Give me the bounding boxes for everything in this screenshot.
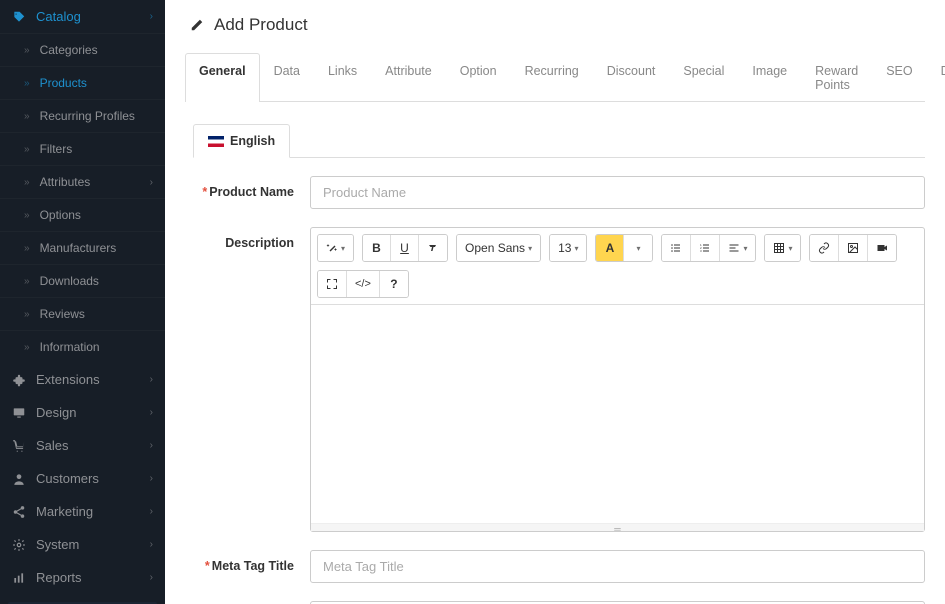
editor-resize-handle[interactable]: ═ <box>311 523 924 531</box>
chevron-right-icon: › <box>150 473 153 484</box>
label-product-name: *Product Name <box>185 176 310 199</box>
nav-system[interactable]: System› <box>0 528 165 561</box>
font-family-select[interactable]: Open Sans▾ <box>457 235 540 261</box>
sidebar: Catalog › »Categories»Products»Recurring… <box>0 0 165 604</box>
list-ol-button[interactable]: 123 <box>691 235 720 261</box>
tab-general[interactable]: General <box>185 53 260 102</box>
field-meta-title: *Meta Tag Title <box>185 550 925 583</box>
tab-seo[interactable]: SEO <box>872 53 926 102</box>
tab-discount[interactable]: Discount <box>593 53 670 102</box>
sidebar-item-downloads[interactable]: »Downloads <box>0 264 165 297</box>
chevron-double-icon: » <box>24 309 30 320</box>
page-title: Add Product <box>214 15 308 35</box>
code-view-button[interactable]: </> <box>347 271 380 297</box>
sidebar-item-products[interactable]: »Products <box>0 66 165 99</box>
chevron-double-icon: » <box>24 342 30 353</box>
link-button[interactable] <box>810 235 839 261</box>
tab-image[interactable]: Image <box>738 53 801 102</box>
nav-customers[interactable]: Customers› <box>0 462 165 495</box>
chevron-right-icon: › <box>150 374 153 385</box>
nav-extensions[interactable]: Extensions› <box>0 363 165 396</box>
label-description: Description <box>185 227 310 250</box>
chevron-double-icon: » <box>24 177 30 188</box>
page-header: Add Product <box>185 0 925 53</box>
chevron-right-icon: › <box>150 572 153 583</box>
tab-reward-points[interactable]: Reward Points <box>801 53 872 102</box>
chevron-double-icon: » <box>24 78 30 89</box>
underline-button[interactable]: U <box>391 235 419 261</box>
chart-icon <box>12 571 28 585</box>
magic-icon[interactable]: ▾ <box>318 235 353 261</box>
desktop-icon <box>12 406 28 420</box>
bold-button[interactable]: B <box>363 235 391 261</box>
label-meta-title: *Meta Tag Title <box>185 550 310 573</box>
chevron-double-icon: » <box>24 111 30 122</box>
svg-text:3: 3 <box>700 249 702 253</box>
flag-uk-icon <box>208 136 224 147</box>
main-content: Add Product GeneralDataLinksAttributeOpt… <box>165 0 945 604</box>
language-tabs: English <box>193 124 925 158</box>
nav-catalog[interactable]: Catalog › <box>0 0 165 33</box>
sidebar-item-categories[interactable]: »Categories <box>0 33 165 66</box>
nav-reports[interactable]: Reports› <box>0 561 165 594</box>
image-button[interactable] <box>839 235 868 261</box>
list-ul-button[interactable] <box>662 235 691 261</box>
nav-design[interactable]: Design› <box>0 396 165 429</box>
tab-attribute[interactable]: Attribute <box>371 53 446 102</box>
chevron-right-icon: › <box>150 11 153 22</box>
font-size-select[interactable]: 13▾ <box>550 235 586 261</box>
sidebar-item-recurring-profiles[interactable]: »Recurring Profiles <box>0 99 165 132</box>
cog-icon <box>12 538 28 552</box>
sidebar-item-information[interactable]: »Information <box>0 330 165 363</box>
share-icon <box>12 505 28 519</box>
editor-toolbar: ▾ B U Open Sans▾ 13▾ A ▾ <box>311 228 924 305</box>
editor-content[interactable] <box>311 305 924 523</box>
sidebar-item-reviews[interactable]: »Reviews <box>0 297 165 330</box>
tag-icon <box>12 10 28 24</box>
chevron-right-icon: › <box>150 407 153 418</box>
video-button[interactable] <box>868 235 896 261</box>
sidebar-item-attributes[interactable]: »Attributes› <box>0 165 165 198</box>
cart-icon <box>12 439 28 453</box>
nav-label: Catalog <box>36 9 150 24</box>
color-dropdown[interactable]: ▾ <box>624 235 652 261</box>
rich-text-editor: ▾ B U Open Sans▾ 13▾ A ▾ <box>310 227 925 532</box>
chevron-right-icon: › <box>150 440 153 451</box>
chevron-double-icon: » <box>24 243 30 254</box>
text-color-button[interactable]: A <box>596 235 624 261</box>
field-product-name: *Product Name <box>185 176 925 209</box>
tab-design[interactable]: Design <box>927 53 945 102</box>
tab-option[interactable]: Option <box>446 53 511 102</box>
help-button[interactable]: ? <box>380 271 408 297</box>
chevron-right-icon: › <box>150 177 153 188</box>
nav-marketing[interactable]: Marketing› <box>0 495 165 528</box>
sidebar-item-filters[interactable]: »Filters <box>0 132 165 165</box>
fullscreen-button[interactable] <box>318 271 347 297</box>
pencil-icon <box>190 18 204 32</box>
chevron-right-icon: › <box>150 539 153 550</box>
clear-format-button[interactable] <box>419 235 447 261</box>
tab-bar: GeneralDataLinksAttributeOptionRecurring… <box>185 53 925 102</box>
table-button[interactable]: ▾ <box>765 235 800 261</box>
input-product-name[interactable] <box>310 176 925 209</box>
chevron-double-icon: » <box>24 144 30 155</box>
tab-english[interactable]: English <box>193 124 290 158</box>
tab-links[interactable]: Links <box>314 53 371 102</box>
sidebar-item-manufacturers[interactable]: »Manufacturers <box>0 231 165 264</box>
align-button[interactable]: ▾ <box>720 235 755 261</box>
tab-data[interactable]: Data <box>260 53 314 102</box>
nav-sales[interactable]: Sales› <box>0 429 165 462</box>
sidebar-item-options[interactable]: »Options <box>0 198 165 231</box>
lang-label: English <box>230 134 275 148</box>
tab-special[interactable]: Special <box>669 53 738 102</box>
chevron-double-icon: » <box>24 276 30 287</box>
input-meta-title[interactable] <box>310 550 925 583</box>
field-description: Description ▾ B U Open Sans▾ <box>185 227 925 532</box>
puzzle-icon <box>12 373 28 387</box>
user-icon <box>12 472 28 486</box>
tab-recurring[interactable]: Recurring <box>511 53 593 102</box>
chevron-right-icon: › <box>150 506 153 517</box>
chevron-double-icon: » <box>24 45 30 56</box>
chevron-double-icon: » <box>24 210 30 221</box>
